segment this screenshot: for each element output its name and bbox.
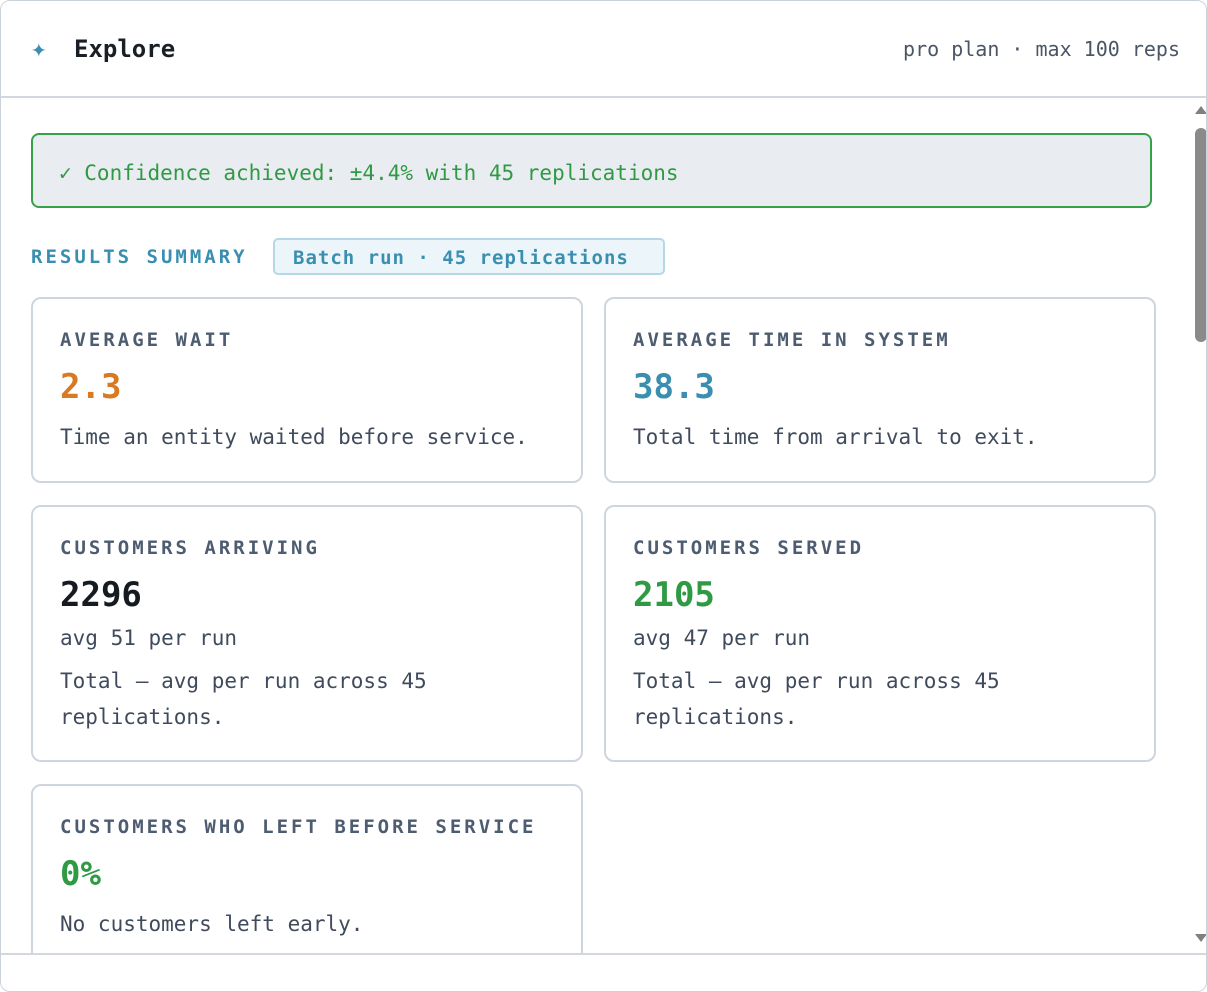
metric-card-customers-left: CUSTOMERS WHO LEFT BEFORE SERVICE 0% No … [31,784,583,953]
footer-bar [1,953,1206,991]
scroll-up-arrow-icon[interactable] [1195,106,1206,114]
header-bar: ✦ Explore pro plan · max 100 reps [1,1,1206,98]
metric-description: No customers left early. [60,912,364,936]
page-title: Explore [74,35,176,63]
metric-description: Time an entity waited before service. [60,425,528,449]
metric-label: CUSTOMERS WHO LEFT BEFORE SERVICE [60,816,537,838]
metric-value: 2105 [633,575,715,615]
metric-label: AVERAGE WAIT [60,329,234,351]
app-window: ✦ Explore pro plan · max 100 reps ✓ Conf… [0,0,1207,992]
sparkle-logo-icon: ✦ [31,34,47,64]
metric-description: Total — avg per run across 45 replicatio… [633,669,1000,729]
batch-run-badge-text: Batch run · 45 replications [293,247,629,269]
metric-value: 38.3 [633,367,715,407]
metric-description: Total — avg per run across 45 replicatio… [60,669,427,729]
results-content: ✓ Confidence achieved: ±4.4% with 45 rep… [1,98,1191,953]
metric-card-customers-arriving: CUSTOMERS ARRIVING 2296 avg 51 per run T… [31,505,583,762]
metric-card-average-wait: AVERAGE WAIT 2.3 Time an entity waited b… [31,297,583,483]
confidence-banner: ✓ Confidence achieved: ±4.4% with 45 rep… [31,133,1152,208]
metric-card-customers-served: CUSTOMERS SERVED 2105 avg 47 per run Tot… [604,505,1156,762]
confidence-banner-text: ✓ Confidence achieved: ±4.4% with 45 rep… [59,161,679,185]
metric-value: 2296 [60,575,142,615]
metric-label: AVERAGE TIME IN SYSTEM [633,329,951,351]
metric-subtext: avg 51 per run [60,626,238,650]
scrollbar-thumb[interactable] [1195,128,1206,342]
batch-run-badge: Batch run · 45 replications [273,238,665,275]
scroll-down-arrow-icon[interactable] [1195,934,1206,942]
metric-label: CUSTOMERS ARRIVING [60,537,320,559]
plan-info: pro plan · max 100 reps [903,37,1180,61]
results-summary-heading: RESULTS SUMMARY [31,246,248,268]
metric-value: 0% [60,854,101,894]
metric-value: 2.3 [60,367,122,407]
metric-subtext: avg 47 per run [633,626,811,650]
metric-description: Total time from arrival to exit. [633,425,1038,449]
metric-card-average-time-in-system: AVERAGE TIME IN SYSTEM 38.3 Total time f… [604,297,1156,483]
metric-label: CUSTOMERS SERVED [633,537,865,559]
vertical-scrollbar[interactable] [1191,98,1206,953]
